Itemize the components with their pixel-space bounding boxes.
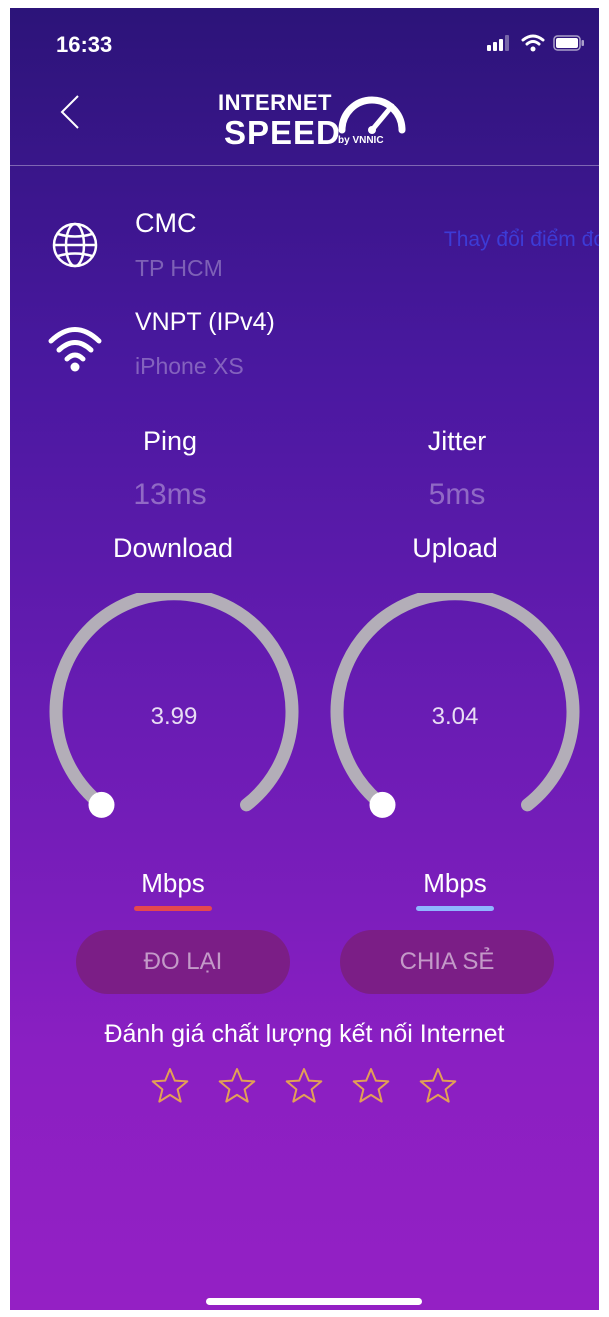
- star-icon[interactable]: [418, 1066, 458, 1106]
- logo-line1: INTERNET: [218, 90, 332, 115]
- app-screen: 16:33 INTERNET SPEED by VNNIC CMC TP HCM…: [10, 8, 599, 1310]
- change-server-link[interactable]: Thay đổi điểm đo: [444, 228, 599, 252]
- ping-value: 13ms: [133, 478, 207, 511]
- status-time: 16:33: [56, 32, 113, 57]
- logo-line2: SPEED: [224, 114, 341, 151]
- download-gauge: 3.99: [49, 587, 299, 833]
- star-icon[interactable]: [284, 1066, 324, 1106]
- server-name: CMC: [135, 208, 197, 238]
- jitter-label: Jitter: [427, 426, 487, 456]
- speedometer-logo-icon: [338, 96, 406, 134]
- server-location: TP HCM: [135, 255, 223, 281]
- star-icon[interactable]: [351, 1066, 391, 1106]
- upload-gauge-knob: [369, 791, 396, 818]
- upload-value: 3.04: [431, 703, 479, 730]
- upload-unit-underline: [416, 906, 494, 911]
- download-unit-underline: [134, 906, 212, 911]
- device-name: iPhone XS: [135, 353, 244, 379]
- isp-name: VNPT (IPv4): [135, 308, 275, 336]
- wifi-status-icon: [521, 34, 545, 52]
- rating-prompt: Đánh giá chất lượng kết nối Internet: [104, 1020, 505, 1048]
- signal-icon: [487, 35, 509, 51]
- rating-stars: [150, 1066, 458, 1106]
- download-value: 3.99: [150, 703, 198, 730]
- status-icons: [487, 34, 585, 52]
- share-button[interactable]: CHIA SẺ: [340, 930, 554, 994]
- download-gauge-knob: [88, 791, 115, 818]
- jitter-value: 5ms: [428, 478, 486, 511]
- upload-label: Upload: [412, 533, 498, 563]
- globe-icon: [52, 222, 98, 268]
- back-chevron-icon[interactable]: [58, 92, 82, 132]
- home-indicator: [206, 1298, 422, 1305]
- retest-button[interactable]: ĐO LẠI: [76, 930, 290, 994]
- download-unit: Mbps: [141, 868, 205, 898]
- battery-icon: [553, 35, 584, 51]
- logo-by: by VNNIC: [338, 135, 384, 146]
- app-logo: INTERNET SPEED by VNNIC: [218, 84, 428, 156]
- header-divider: [10, 165, 599, 166]
- wifi-icon: [48, 327, 102, 372]
- upload-unit: Mbps: [423, 868, 487, 898]
- upload-gauge: 3.04: [330, 587, 580, 833]
- star-icon[interactable]: [150, 1066, 190, 1106]
- download-label: Download: [112, 533, 234, 563]
- ping-label: Ping: [142, 426, 198, 456]
- star-icon[interactable]: [217, 1066, 257, 1106]
